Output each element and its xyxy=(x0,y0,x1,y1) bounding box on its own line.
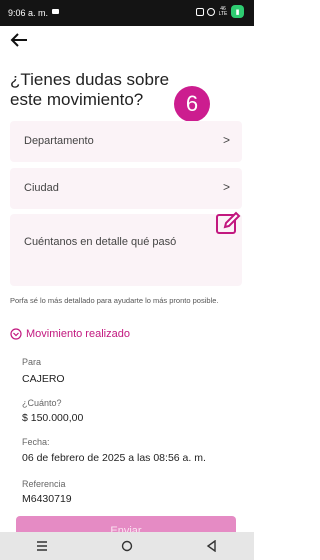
notification-icon xyxy=(52,9,59,14)
system-nav-bar xyxy=(0,532,254,560)
city-select[interactable]: Ciudad > xyxy=(10,168,242,209)
movement-section-title: Movimiento realizado xyxy=(26,328,130,340)
amount-value: $ 150.000,00 xyxy=(22,412,84,424)
page-title: ¿Tienes dudas sobre este movimiento? xyxy=(10,70,170,109)
chevron-down-circle-icon xyxy=(10,328,22,340)
to-value: CAJERO xyxy=(22,373,65,385)
department-select[interactable]: Departamento > xyxy=(10,121,242,162)
amount-label: ¿Cuánto? xyxy=(22,398,62,408)
home-button[interactable] xyxy=(119,538,135,554)
detail-textarea[interactable]: Cuéntanos en detalle qué pasó xyxy=(10,214,242,286)
vibrate-icon xyxy=(196,7,204,16)
edit-icon[interactable] xyxy=(214,210,242,238)
chevron-right-icon: > xyxy=(222,180,230,194)
department-label: Departamento xyxy=(24,135,94,147)
network-label: 46 LTE xyxy=(218,5,228,17)
reference-value: M6430719 xyxy=(22,493,72,505)
date-value: 06 de febrero de 2025 a las 08:56 a. m. xyxy=(22,452,206,464)
city-label: Ciudad xyxy=(24,182,59,194)
home-circle-icon xyxy=(121,540,133,552)
date-label: Fecha: xyxy=(22,437,50,447)
reference-label: Referencia xyxy=(22,479,66,489)
to-label: Para xyxy=(22,357,42,367)
system-back-button[interactable] xyxy=(204,538,220,554)
helper-text: Porfa sé lo más detallado para ayudarte … xyxy=(10,296,219,305)
back-triangle-icon xyxy=(206,540,216,552)
battery-icon: ▮ xyxy=(231,5,244,18)
detail-placeholder: Cuéntanos en detalle qué pasó xyxy=(24,236,177,248)
back-button[interactable] xyxy=(10,32,28,48)
alarm-icon xyxy=(207,7,215,16)
menu-icon xyxy=(37,541,48,551)
movement-toggle[interactable]: Movimiento realizado xyxy=(10,328,130,340)
recent-apps-button[interactable] xyxy=(34,538,50,554)
status-icons: 46 LTE ▮ xyxy=(196,5,244,18)
chevron-right-icon: > xyxy=(222,133,230,147)
step-badge: 6 xyxy=(174,86,210,122)
status-time: 9:06 a. m. xyxy=(8,8,49,18)
status-bar: 9:06 a. m. 46 LTE ▮ xyxy=(0,0,254,26)
arrow-left-icon xyxy=(10,33,27,47)
